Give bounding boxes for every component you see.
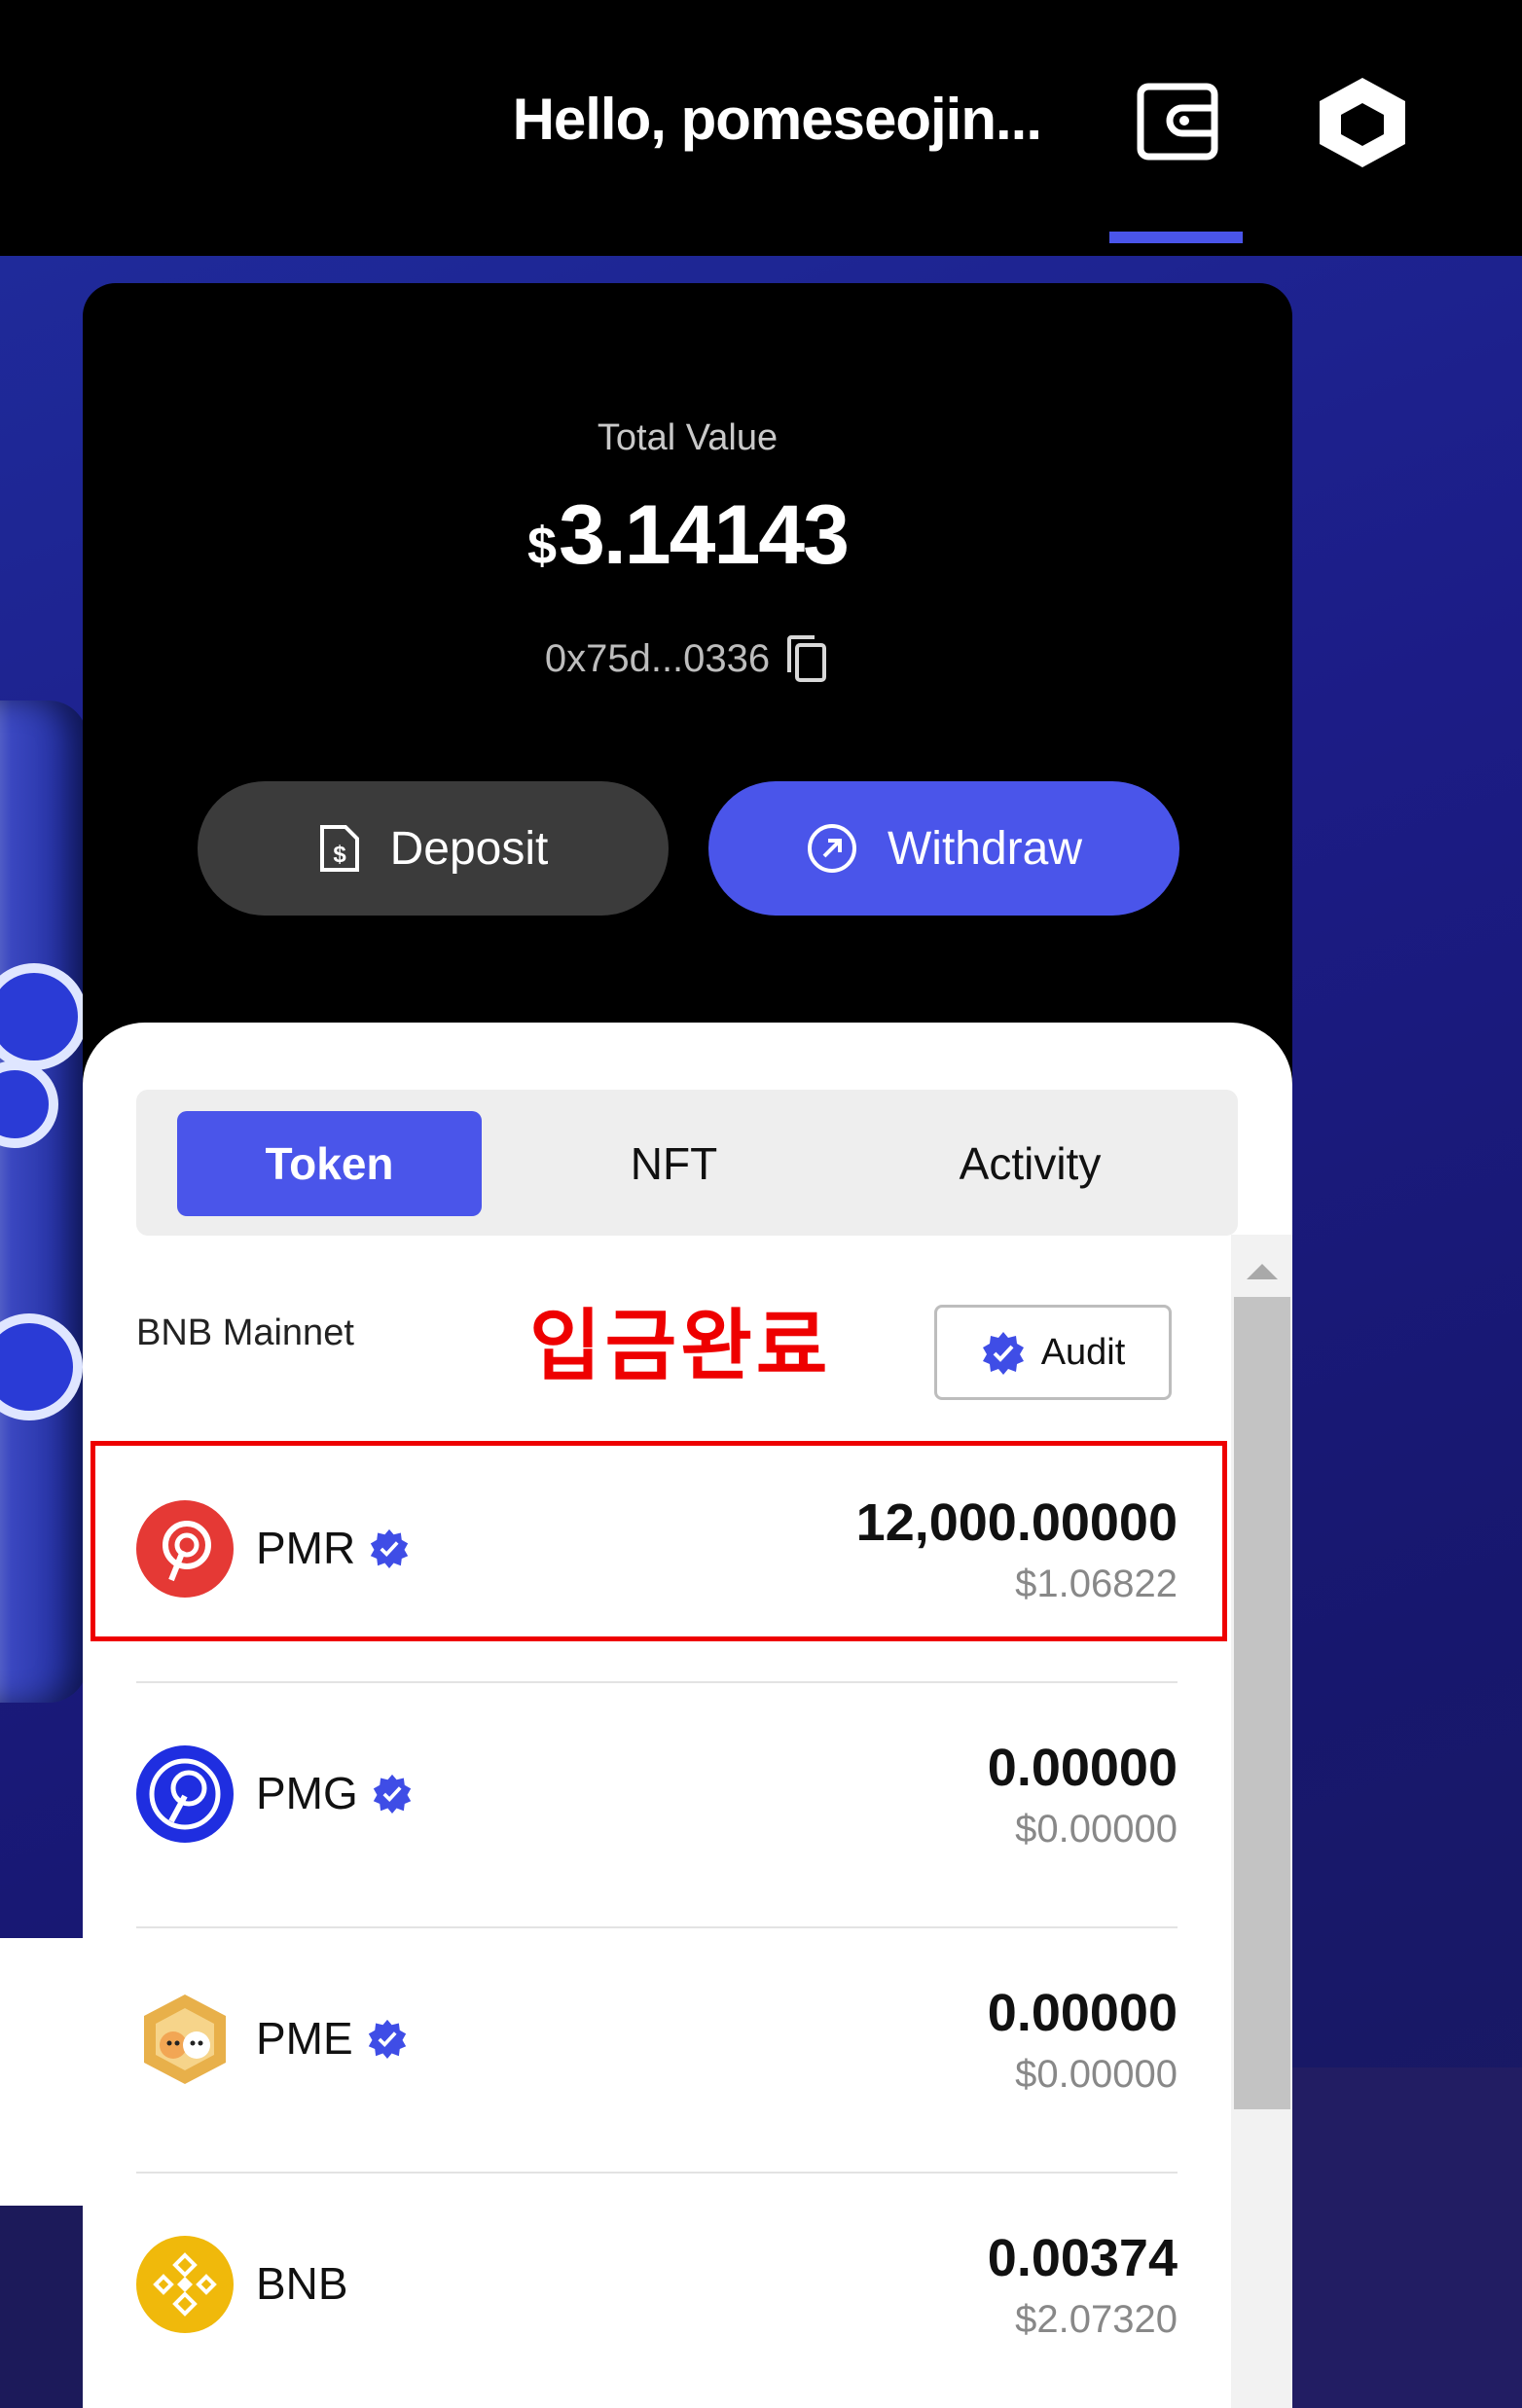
token-amount: 0.00000 bbox=[987, 1739, 1178, 1797]
token-amount: 0.00000 bbox=[987, 1984, 1178, 2042]
background-right-lower bbox=[1290, 2067, 1522, 2408]
background-lower bbox=[0, 2206, 88, 2408]
deposit-complete-notice: 입금완료 bbox=[529, 1301, 832, 1391]
decorative-device-image bbox=[0, 701, 88, 1703]
token-symbol: PMG bbox=[256, 1768, 358, 1818]
active-tab-indicator bbox=[1109, 232, 1243, 243]
scrollbar[interactable] bbox=[1231, 1235, 1292, 2408]
tab-activity[interactable]: Activity bbox=[878, 1111, 1182, 1216]
wallet-button[interactable] bbox=[1129, 72, 1226, 169]
token-usd-value: $2.07320 bbox=[1015, 2298, 1178, 2341]
withdraw-label: Withdraw bbox=[887, 822, 1083, 875]
wallet-address: 0x75d...0336 bbox=[544, 636, 771, 680]
svg-text:$: $ bbox=[333, 842, 346, 868]
tab-nft[interactable]: NFT bbox=[522, 1111, 826, 1216]
verified-badge-icon bbox=[373, 1774, 411, 1814]
hexagon-logo-icon bbox=[1320, 78, 1405, 167]
token-symbol: PME bbox=[256, 2013, 353, 2064]
pme-icon bbox=[144, 1995, 226, 2084]
network-label: BNB Mainnet bbox=[136, 1312, 354, 1353]
token-row-pme[interactable]: PME 0.00000 $0.00000 bbox=[136, 1926, 1178, 2174]
deposit-document-icon: $ bbox=[319, 825, 359, 872]
top-header: Hello, pomeseojin... bbox=[0, 0, 1522, 256]
wallet-panel: Total Value $3.14143 0x75d...0336 $ Depo… bbox=[83, 283, 1292, 2408]
wallet-icon bbox=[1137, 83, 1218, 161]
deposit-button[interactable]: $ Deposit bbox=[198, 781, 669, 916]
token-symbol: BNB bbox=[256, 2258, 348, 2309]
audit-label: Audit bbox=[1040, 1331, 1126, 1373]
total-value: $3.14143 bbox=[83, 487, 1292, 584]
token-name: PME bbox=[256, 2012, 408, 2065]
pmg-icon bbox=[136, 1745, 234, 1843]
scrollbar-thumb[interactable] bbox=[1234, 1297, 1290, 2109]
copy-icon bbox=[787, 635, 827, 682]
wallet-address-row: 0x75d...0336 bbox=[83, 633, 1292, 684]
scroll-up-arrow-icon[interactable] bbox=[1247, 1264, 1278, 1279]
tab-token[interactable]: Token bbox=[177, 1111, 482, 1216]
asset-tabs: Token NFT Activity bbox=[136, 1090, 1238, 1236]
total-value-label: Total Value bbox=[597, 417, 779, 458]
withdraw-arrow-icon bbox=[807, 824, 856, 873]
assets-card: Token NFT Activity BNB Mainnet 입금완료 Audi… bbox=[83, 1023, 1292, 2408]
pmr-highlight-box bbox=[91, 1441, 1227, 1641]
deposit-label: Deposit bbox=[389, 822, 549, 875]
withdraw-button[interactable]: Withdraw bbox=[708, 781, 1179, 916]
token-name: PMG bbox=[256, 1767, 413, 1819]
audit-button[interactable]: Audit bbox=[934, 1305, 1172, 1400]
background-white-band bbox=[0, 1938, 88, 2206]
token-row-bnb[interactable]: BNB 0.00374 $2.07320 bbox=[136, 2172, 1178, 2408]
token-amount: 0.00374 bbox=[987, 2229, 1178, 2287]
copy-button[interactable] bbox=[783, 633, 830, 684]
currency-symbol: $ bbox=[527, 517, 557, 575]
verified-badge-icon bbox=[368, 2019, 406, 2059]
token-row-pmg[interactable]: PMG 0.00000 $0.00000 bbox=[136, 1681, 1178, 1928]
total-value-amount: 3.14143 bbox=[559, 488, 850, 582]
token-usd-value: $0.00000 bbox=[1015, 2053, 1178, 2096]
greeting-text: Hello, pomeseojin... bbox=[512, 87, 1042, 152]
token-usd-value: $0.00000 bbox=[1015, 1808, 1178, 1851]
menu-logo-button[interactable] bbox=[1314, 72, 1411, 173]
bnb-icon bbox=[136, 2236, 234, 2333]
token-name: BNB bbox=[256, 2257, 348, 2310]
verified-badge-icon bbox=[982, 1332, 1024, 1375]
